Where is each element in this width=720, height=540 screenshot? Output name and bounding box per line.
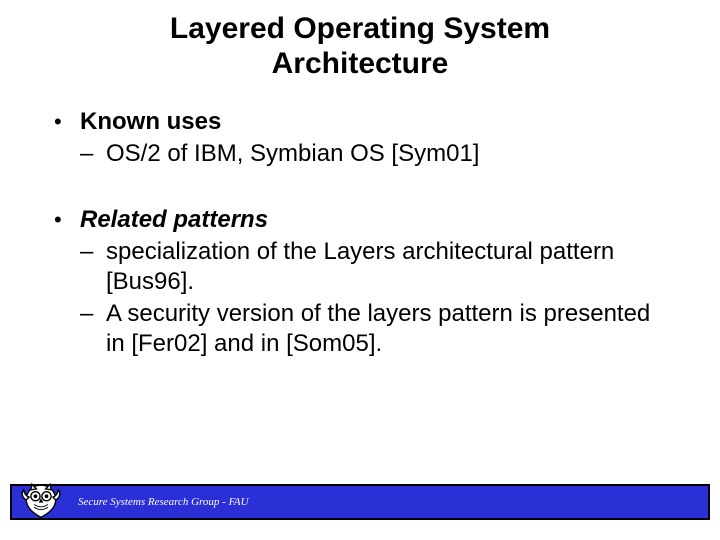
sub-bullet-text: specialization of the Layers architectur… xyxy=(106,237,666,297)
sub-bullet: A security version of the layers pattern… xyxy=(54,299,666,359)
owl-logo-icon xyxy=(18,476,64,522)
slide-content: Known uses OS/2 of IBM, Symbian OS [Sym0… xyxy=(0,81,720,359)
bullet-related-patterns: Related patterns xyxy=(54,205,666,235)
dash-icon xyxy=(80,237,106,297)
heading-known-uses: Known uses xyxy=(80,107,666,137)
dash-icon xyxy=(80,139,106,169)
sub-bullet-text: A security version of the layers pattern… xyxy=(106,299,666,359)
bullet-known-uses: Known uses xyxy=(54,107,666,137)
dash-icon xyxy=(80,299,106,359)
sub-bullet: OS/2 of IBM, Symbian OS [Sym01] xyxy=(54,139,666,169)
title-line-2: Architecture xyxy=(272,47,449,80)
heading-related-patterns: Related patterns xyxy=(80,205,666,235)
bullet-dot-icon xyxy=(54,107,80,137)
title-line-1: Layered Operating System xyxy=(170,12,550,45)
sub-bullet-text: OS/2 of IBM, Symbian OS [Sym01] xyxy=(106,139,666,169)
footer-text: Secure Systems Research Group - FAU xyxy=(78,496,249,508)
spacer xyxy=(54,171,666,205)
bullet-dot-icon xyxy=(54,205,80,235)
footer-bar: Secure Systems Research Group - FAU xyxy=(10,484,710,520)
slide-title: Layered Operating System Architecture xyxy=(0,0,720,81)
slide: Layered Operating System Architecture Kn… xyxy=(0,0,720,540)
sub-bullet: specialization of the Layers architectur… xyxy=(54,237,666,297)
